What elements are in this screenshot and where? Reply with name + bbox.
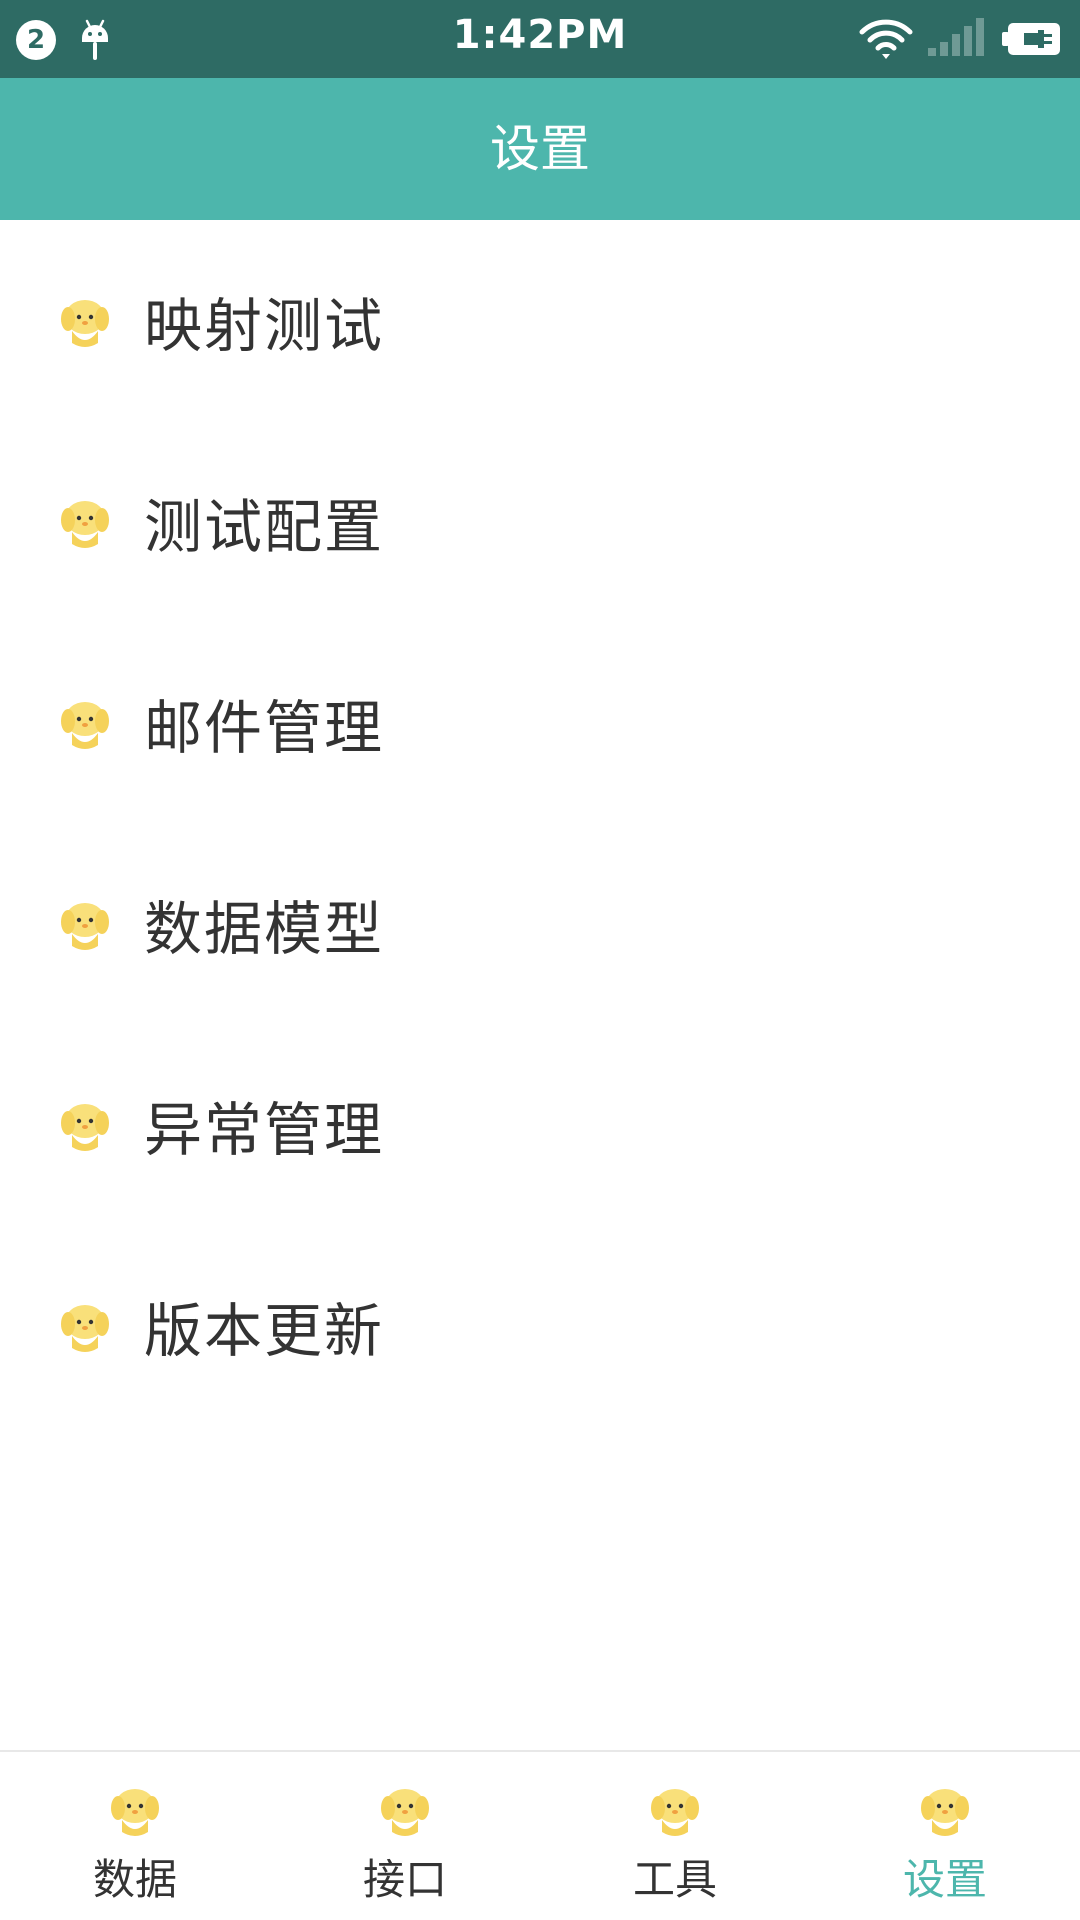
menu-item-data-model[interactable]: 数据模型: [0, 823, 1080, 1024]
menu-item-label: 版本更新: [144, 1296, 385, 1365]
chick-icon: [61, 701, 109, 749]
tab-interface[interactable]: 接口: [270, 1752, 540, 1920]
menu-item-mail-management[interactable]: 邮件管理: [0, 622, 1080, 823]
chick-icon: [921, 1789, 969, 1836]
chick-icon: [651, 1789, 699, 1836]
tab-tools[interactable]: 工具: [540, 1752, 810, 1920]
wifi-icon: [859, 19, 913, 59]
chick-icon: [61, 1304, 109, 1352]
chick-icon: [61, 1103, 109, 1151]
menu-item-mapping-test[interactable]: 映射测试: [0, 220, 1080, 421]
menu-item-label: 异常管理: [144, 1095, 385, 1164]
settings-menu-list: 映射测试 测试配置 邮件管理 数据模型 异常管理 版本更新: [0, 220, 1080, 1426]
chick-icon: [61, 902, 109, 950]
menu-item-label: 映射测试: [144, 291, 385, 360]
chick-icon: [61, 299, 109, 347]
tab-label: 工具: [632, 1855, 717, 1904]
tab-label: 设置: [902, 1855, 987, 1904]
menu-item-exception-management[interactable]: 异常管理: [0, 1024, 1080, 1225]
menu-item-test-config[interactable]: 测试配置: [0, 421, 1080, 622]
chick-icon: [61, 500, 109, 548]
tab-settings[interactable]: 设置: [810, 1752, 1080, 1920]
menu-item-label: 邮件管理: [144, 693, 385, 762]
menu-item-version-update[interactable]: 版本更新: [0, 1225, 1080, 1426]
bottom-tab-bar: 数据 接口 工具 设置: [0, 1750, 1080, 1920]
menu-item-label: 数据模型: [144, 894, 385, 963]
chick-icon: [111, 1789, 159, 1836]
chick-icon: [381, 1789, 429, 1836]
settings-screen: 2 1:42PM 设置 映射测试 测试配置 邮件管理 数据模型 异常管理 版本更…: [0, 0, 1080, 1920]
page-title: 设置: [0, 78, 1080, 220]
tab-label: 接口: [362, 1855, 447, 1904]
tab-data[interactable]: 数据: [0, 1752, 270, 1920]
status-time: 1:42PM: [452, 12, 628, 58]
battery-icon: [1002, 23, 1060, 55]
signal-icon: [928, 18, 984, 56]
tab-label: 数据: [92, 1855, 177, 1904]
status-bar: 2 1:42PM: [0, 0, 1080, 78]
menu-item-label: 测试配置: [144, 492, 385, 561]
